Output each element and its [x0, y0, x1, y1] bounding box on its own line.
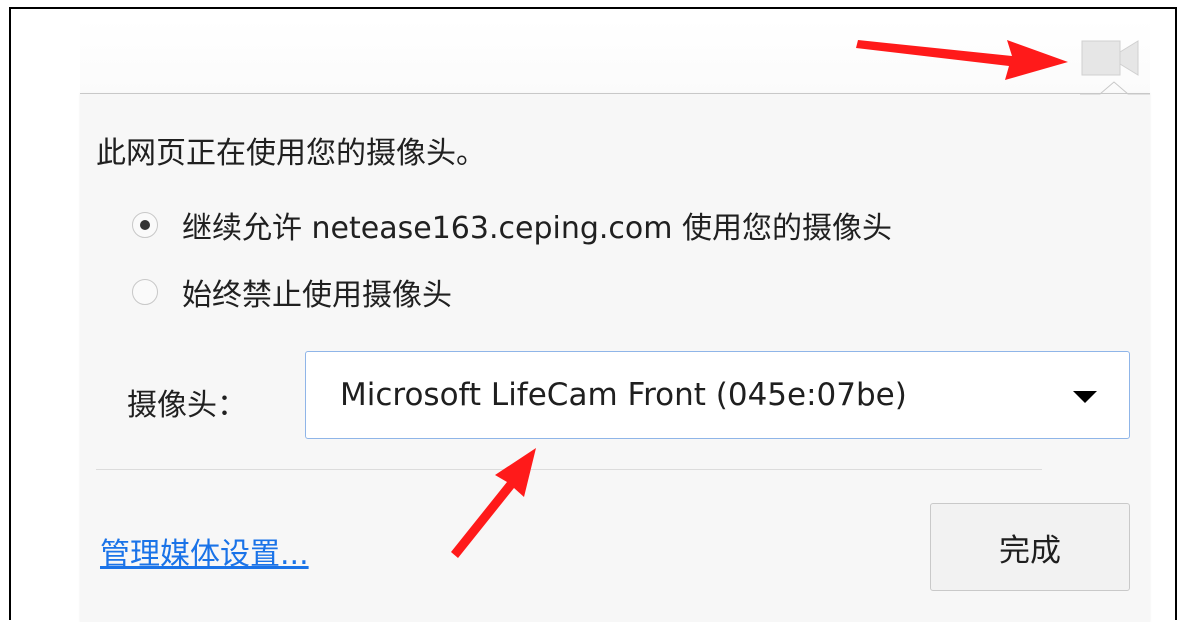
camera-label: 摄像头： [127, 388, 247, 423]
divider [96, 469, 1042, 470]
block-option-label: 始终禁止使用摄像头 [182, 278, 452, 313]
browser-toolbar [80, 18, 1150, 92]
chevron-down-icon[interactable] [1073, 391, 1097, 403]
camera-select-value: Microsoft LifeCam Front (045e:07be) [340, 377, 907, 413]
camera-select[interactable]: Microsoft LifeCam Front (045e:07be) [305, 351, 1130, 439]
allow-radio-button[interactable] [132, 212, 158, 238]
allow-camera-option[interactable]: 继续允许 netease163.ceping.com 使用您的摄像头 [132, 203, 892, 247]
popup-tail [1080, 81, 1150, 95]
block-camera-option[interactable]: 始终禁止使用摄像头 [132, 270, 452, 314]
camera-icon[interactable] [1080, 38, 1142, 78]
popup-title: 此网页正在使用您的摄像头。 [96, 136, 486, 171]
block-radio-button[interactable] [132, 279, 158, 305]
manage-media-settings-link[interactable]: 管理媒体设置... [100, 529, 309, 573]
allow-option-label: 继续允许 netease163.ceping.com 使用您的摄像头 [182, 211, 893, 246]
done-button[interactable]: 完成 [930, 503, 1130, 591]
